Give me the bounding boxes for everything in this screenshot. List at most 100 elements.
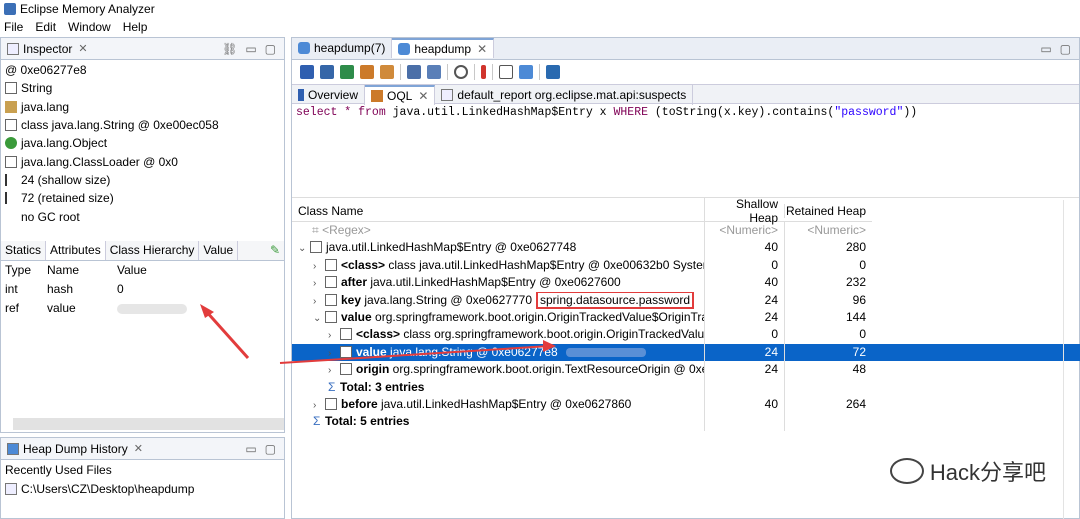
tab-attributes[interactable]: Attributes bbox=[46, 240, 106, 260]
filter-class-name[interactable]: <Regex> bbox=[322, 223, 371, 237]
pin-icon[interactable]: ✎ bbox=[266, 241, 284, 260]
recent-file-item[interactable]: C:\Users\CZ\Desktop\heapdump bbox=[1, 480, 284, 498]
table-row[interactable]: Σ Total: 3 entries bbox=[292, 378, 872, 396]
table-row[interactable]: ⌄ value org.springframework.boot.origin.O… bbox=[292, 308, 872, 327]
run-report-icon[interactable] bbox=[407, 65, 421, 79]
attr-header-type: Type bbox=[5, 262, 32, 277]
chevron-right-icon[interactable]: › bbox=[328, 345, 340, 361]
title-bar: Eclipse Memory Analyzer bbox=[0, 0, 1080, 18]
tab-statics[interactable]: Statics bbox=[1, 240, 47, 260]
cell-class-name: › <class> class org.springframework.boot.… bbox=[292, 326, 704, 343]
attr-type[interactable]: int bbox=[1, 280, 43, 299]
retained-size-icon bbox=[5, 192, 17, 205]
tab-class-hierarchy[interactable]: Class Hierarchy bbox=[106, 240, 200, 260]
table-row[interactable]: › after java.util.LinkedHashMap$Entry @ 0… bbox=[292, 274, 872, 292]
table-row[interactable]: › value java.lang.String @ 0xe06277e8 24 72 bbox=[292, 343, 1080, 362]
menu-edit[interactable]: Edit bbox=[35, 20, 56, 34]
cell-class-name: Σ Total: 3 entries bbox=[292, 379, 704, 396]
horizontal-scrollbar[interactable] bbox=[13, 418, 284, 430]
table-row[interactable]: › <class> class java.util.LinkedHashMap$E… bbox=[292, 256, 872, 275]
table-row[interactable]: Σ Total: 5 entries bbox=[292, 413, 872, 431]
minimize-icon[interactable]: ▭ bbox=[1040, 42, 1051, 56]
object-icon bbox=[325, 310, 337, 323]
maximize-icon[interactable]: ▢ bbox=[265, 42, 276, 56]
maximize-icon[interactable]: ▢ bbox=[1060, 42, 1071, 56]
tab-inspector[interactable]: Inspector ✕ bbox=[1, 38, 94, 60]
attr-type[interactable]: ref bbox=[1, 299, 43, 318]
attr-name[interactable]: value bbox=[43, 299, 113, 318]
chevron-down-icon[interactable]: ⌄ bbox=[313, 310, 325, 326]
maximize-icon[interactable]: ▢ bbox=[265, 442, 276, 456]
cell-shallow-heap: 24 bbox=[704, 308, 784, 327]
oql-icon[interactable] bbox=[360, 65, 374, 79]
chevron-right-icon[interactable]: › bbox=[313, 397, 325, 413]
close-icon[interactable]: ✕ bbox=[134, 442, 143, 455]
table-row[interactable]: › key java.lang.String @ 0xe0627770 spring… bbox=[292, 291, 872, 309]
header-retained-heap[interactable]: Retained Heap bbox=[784, 203, 872, 218]
tab-heapdump[interactable]: heapdump ✕ bbox=[392, 38, 495, 58]
tab-heap-dump-history[interactable]: Heap Dump History ✕ bbox=[1, 438, 149, 460]
menu-help[interactable]: Help bbox=[123, 20, 148, 34]
filter-retained[interactable]: <Numeric> bbox=[784, 222, 872, 240]
thread-icon[interactable] bbox=[380, 65, 394, 79]
link-icon[interactable]: ⛓ bbox=[222, 42, 237, 56]
tab-default-report[interactable]: default_report org.eclipse.mat.api:suspe… bbox=[435, 85, 694, 105]
filter-shallow[interactable]: <Numeric> bbox=[704, 222, 784, 240]
tab-value[interactable]: Value bbox=[199, 240, 239, 260]
close-icon[interactable]: ✕ bbox=[418, 89, 428, 103]
table-row[interactable]: › origin org.springframework.boot.origin.… bbox=[292, 361, 872, 379]
tab-overview[interactable]: Overview bbox=[292, 85, 366, 105]
cell-shallow-heap: 40 bbox=[704, 239, 784, 257]
leak-suspects-icon[interactable] bbox=[481, 65, 486, 79]
dominator-tree-icon[interactable] bbox=[340, 65, 354, 79]
object-label: class org.springframework.boot.origin.Or… bbox=[403, 327, 704, 342]
tab-oql[interactable]: OQL ✕ bbox=[365, 85, 436, 105]
minimize-icon[interactable]: ▭ bbox=[245, 42, 256, 56]
histogram-icon[interactable] bbox=[320, 65, 334, 79]
attr-name[interactable]: hash bbox=[43, 280, 113, 299]
highlighted-value: spring.datasource.password bbox=[536, 291, 695, 309]
chevron-right-icon[interactable]: › bbox=[313, 258, 325, 274]
chevron-down-icon[interactable]: ⌄ bbox=[298, 240, 310, 256]
minimize-icon[interactable]: ▭ bbox=[245, 442, 256, 456]
menu-window[interactable]: Window bbox=[68, 20, 111, 34]
field-name: key bbox=[341, 292, 365, 307]
close-icon[interactable]: ✕ bbox=[477, 42, 487, 56]
oql-query-editor[interactable]: select * from java.util.LinkedHashMap$En… bbox=[292, 104, 1079, 198]
chevron-right-icon[interactable]: › bbox=[328, 362, 340, 378]
filter-row[interactable]: ⌗ <Regex> <Numeric> <Numeric> bbox=[292, 222, 872, 240]
file-icon bbox=[5, 483, 17, 495]
close-icon[interactable]: ✕ bbox=[78, 42, 87, 55]
attr-value[interactable]: 0 bbox=[113, 280, 284, 299]
cell-class-name: › <class> class java.util.LinkedHashMap$E… bbox=[292, 257, 704, 274]
query-browser-icon[interactable] bbox=[427, 65, 441, 79]
cell-shallow-heap: 24 bbox=[704, 291, 784, 309]
cell-retained-heap: 280 bbox=[784, 239, 872, 257]
attr-value-redacted[interactable] bbox=[113, 299, 284, 318]
search-icon[interactable] bbox=[454, 65, 468, 79]
chevron-right-icon[interactable]: › bbox=[313, 275, 325, 291]
vertical-scrollbar[interactable] bbox=[1063, 200, 1079, 519]
table-row[interactable]: › <class> class org.springframework.boot.… bbox=[292, 326, 872, 344]
info-icon[interactable] bbox=[300, 65, 314, 79]
table-row[interactable]: › before java.util.LinkedHashMap$Entry @ … bbox=[292, 395, 872, 414]
cell-shallow-heap bbox=[704, 378, 784, 396]
menu-file[interactable]: File bbox=[4, 20, 23, 34]
chevron-right-icon[interactable]: › bbox=[313, 293, 325, 309]
cell-retained-heap: 144 bbox=[784, 308, 872, 327]
calculate-sizes-icon[interactable] bbox=[546, 65, 560, 79]
heapdump-icon bbox=[398, 43, 411, 55]
chevron-right-icon[interactable]: › bbox=[328, 327, 340, 343]
table-header: Class Name Shallow Heap Retained Heap bbox=[292, 196, 872, 225]
header-class-name[interactable]: Class Name bbox=[292, 204, 704, 218]
inspector-class-name: String bbox=[1, 79, 284, 97]
field-name: Total: 5 entries bbox=[325, 414, 410, 429]
superclass-icon bbox=[5, 137, 17, 150]
table-row[interactable]: ⌄ java.util.LinkedHashMap$Entry @ 0xe0627… bbox=[292, 239, 872, 257]
export-icon[interactable] bbox=[519, 65, 533, 79]
cell-shallow-heap: 40 bbox=[704, 395, 784, 414]
header-shallow-heap[interactable]: Shallow Heap bbox=[704, 196, 784, 225]
inspector-classloader: java.lang.ClassLoader @ 0x0 bbox=[1, 152, 284, 170]
group-icon[interactable] bbox=[499, 65, 513, 79]
tab-heapdump-7[interactable]: heapdump(7) bbox=[292, 38, 393, 58]
